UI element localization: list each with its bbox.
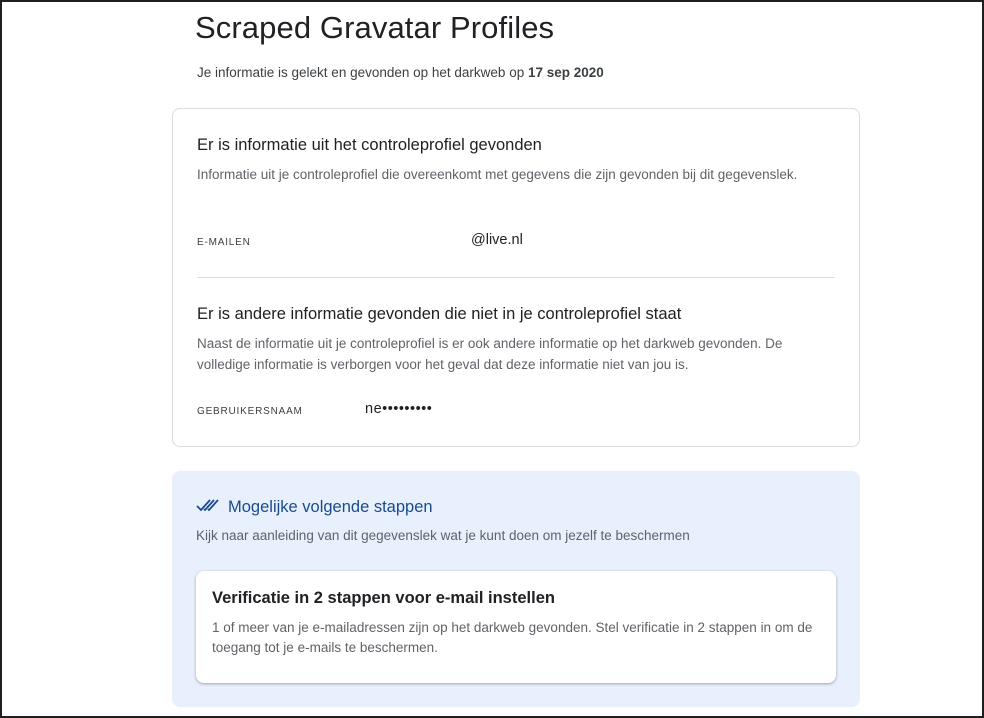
username-field-label: GEBRUIKERSNAAM [197, 406, 303, 417]
monitored-info-description: Informatie uit je controleprofiel die ov… [197, 167, 798, 182]
breach-details-card: Er is informatie uit het controleprofiel… [172, 108, 860, 447]
monitored-info-title: Er is informatie uit het controleprofiel… [197, 136, 542, 154]
breach-date: 17 sep 2020 [527, 65, 604, 80]
email-field-value: @live.nl [471, 232, 523, 248]
next-steps-description: Kijk naar aanleiding van dit gegevenslek… [196, 528, 690, 543]
other-info-title: Er is andere informatie gevonden die nie… [197, 305, 682, 323]
email-field-label: E-MAILEN [197, 237, 251, 248]
recommendation-title: Verificatie in 2 stappen voor e-mail ins… [212, 589, 555, 607]
breach-date-prefix: Je informatie is gelekt en gevonden op h… [197, 65, 528, 80]
section-divider [197, 277, 835, 278]
page-title: Scraped Gravatar Profiles [195, 10, 555, 45]
breach-date-text: Je informatie is gelekt en gevonden op h… [197, 65, 604, 80]
other-info-description: Naast de informatie uit je controleprofi… [197, 336, 783, 372]
recommendation-card-2sv[interactable]: Verificatie in 2 stappen voor e-mail ins… [196, 571, 836, 683]
next-steps-title: Mogelijke volgende stappen [228, 498, 433, 516]
username-field-value: ne••••••••• [365, 401, 433, 417]
next-steps-panel: Mogelijke volgende stappen Kijk naar aan… [172, 471, 860, 707]
next-steps-header: Mogelijke volgende stappen [196, 497, 433, 518]
double-check-icon [196, 497, 220, 518]
recommendation-description: 1 of meer van je e-mailadressen zijn op … [212, 620, 813, 655]
